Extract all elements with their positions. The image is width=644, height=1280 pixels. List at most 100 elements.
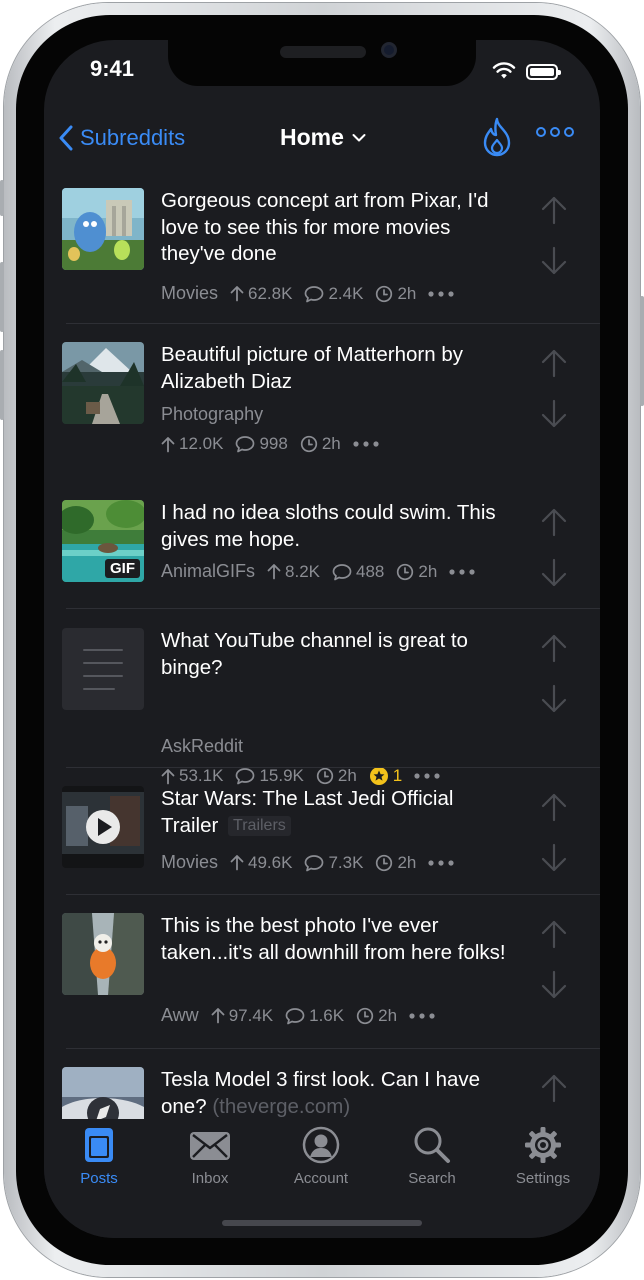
post-row[interactable]: This is the best photo I've ever taken..… xyxy=(44,895,600,1049)
post-meta: 12.0K 998 2h xyxy=(161,434,379,454)
comment-icon xyxy=(305,854,324,871)
search-icon xyxy=(414,1127,450,1163)
comment-count: 488 xyxy=(356,561,385,581)
upvote-count-icon xyxy=(211,1008,225,1024)
downvote-arrow-icon[interactable] xyxy=(540,970,568,1000)
comment-icon xyxy=(305,285,324,302)
subreddit-name[interactable]: Movies xyxy=(161,283,218,304)
post-title[interactable]: Star Wars: The Last Jedi Official Traile… xyxy=(161,786,511,839)
upvote-count-icon xyxy=(161,436,175,452)
tab-settings[interactable]: Settings xyxy=(498,1126,588,1187)
gif-badge: GIF xyxy=(105,559,140,578)
downvote-arrow-icon[interactable] xyxy=(540,843,568,873)
battery-icon xyxy=(526,64,561,80)
comment-count: 7.3K xyxy=(328,852,364,872)
post-meta: Aww 97.4K 1.6K 2h xyxy=(161,1005,435,1026)
tab-posts[interactable]: Posts xyxy=(54,1126,144,1187)
more-options-icon[interactable] xyxy=(428,290,454,297)
flame-icon[interactable] xyxy=(480,116,514,158)
video-thumbnail[interactable] xyxy=(62,786,144,868)
post-title[interactable]: Tesla Model 3 first look. Can I have one… xyxy=(161,1067,511,1119)
post-thumbnail[interactable] xyxy=(62,188,144,270)
home-indicator[interactable] xyxy=(222,1220,422,1226)
upvote-count-icon xyxy=(267,564,281,580)
upvote-arrow-icon[interactable] xyxy=(540,792,568,822)
subreddit-name[interactable]: AnimalGIFs xyxy=(161,561,255,582)
more-options-icon[interactable] xyxy=(409,1012,435,1019)
vote-controls xyxy=(540,195,568,281)
downvote-arrow-icon[interactable] xyxy=(540,558,568,588)
more-options-icon[interactable] xyxy=(536,126,574,138)
clock-icon xyxy=(376,854,393,871)
comment-icon xyxy=(236,436,255,453)
post-title[interactable]: This is the best photo I've ever taken..… xyxy=(161,913,511,966)
downvote-arrow-icon[interactable] xyxy=(540,684,568,714)
front-camera xyxy=(381,42,397,58)
post-title-text: Star Wars: The Last Jedi Official Traile… xyxy=(161,787,454,837)
post-thumbnail[interactable] xyxy=(62,913,144,995)
post-meta: AnimalGIFs 8.2K 488 2h xyxy=(161,561,475,582)
post-meta: Movies 62.8K 2.4K 2h xyxy=(161,283,454,304)
chevron-left-icon xyxy=(59,125,73,151)
post-title[interactable]: What YouTube channel is great to binge? xyxy=(161,628,511,681)
upvote-arrow-icon[interactable] xyxy=(540,919,568,949)
comment-icon xyxy=(285,1007,305,1024)
clock-icon xyxy=(376,285,393,302)
post-title[interactable]: Beautiful picture of Matterhorn by Aliza… xyxy=(161,342,511,395)
post-age: 2h xyxy=(397,283,417,303)
post-row[interactable]: What YouTube channel is great to binge? … xyxy=(44,609,600,785)
text-post-thumbnail[interactable] xyxy=(62,628,144,710)
tab-inbox[interactable]: Inbox xyxy=(165,1126,255,1187)
mute-switch xyxy=(0,180,4,216)
subreddit-name[interactable]: Photography xyxy=(161,404,263,425)
comment-count: 2.4K xyxy=(328,283,364,303)
tab-search[interactable]: Search xyxy=(387,1126,477,1187)
subreddit-name[interactable]: Movies xyxy=(161,852,218,873)
vote-controls xyxy=(540,792,568,878)
post-row[interactable]: Tesla Model 3 first look. Can I have one… xyxy=(44,1049,600,1119)
tab-bar: Posts Inbox Account Search Settings xyxy=(44,1120,600,1238)
power-button xyxy=(640,296,644,406)
upvote-arrow-icon[interactable] xyxy=(540,1073,568,1103)
tab-label: Posts xyxy=(80,1170,118,1187)
post-row[interactable]: Gorgeous concept art from Pixar, I'd lov… xyxy=(44,171,600,324)
downvote-arrow-icon[interactable] xyxy=(540,246,568,276)
link-thumbnail[interactable] xyxy=(62,1067,144,1119)
post-thumbnail[interactable] xyxy=(62,342,144,424)
upvote-arrow-icon[interactable] xyxy=(540,195,568,225)
downvote-arrow-icon[interactable] xyxy=(540,399,568,429)
more-options-icon[interactable] xyxy=(428,859,454,866)
post-row[interactable]: GIF I had no idea sloths could swim. Thi… xyxy=(44,483,600,609)
post-title[interactable]: I had no idea sloths could swim. This gi… xyxy=(161,500,511,553)
subreddit-name[interactable]: AskReddit xyxy=(161,736,243,757)
wifi-icon xyxy=(492,62,516,79)
upvote-arrow-icon[interactable] xyxy=(540,348,568,378)
account-icon xyxy=(302,1126,340,1164)
link-domain: (theverge.com) xyxy=(212,1094,351,1118)
feed-selector[interactable]: Home xyxy=(280,124,366,151)
upvote-arrow-icon[interactable] xyxy=(540,507,568,537)
page-title: Home xyxy=(280,124,344,150)
more-options-icon[interactable] xyxy=(353,441,379,447)
back-button[interactable]: Subreddits xyxy=(58,122,185,154)
inbox-icon xyxy=(190,1132,230,1160)
vote-controls xyxy=(540,919,568,1005)
tab-account[interactable]: Account xyxy=(276,1126,366,1187)
post-row[interactable]: Star Wars: The Last Jedi Official Traile… xyxy=(44,768,600,895)
upvote-count: 8.2K xyxy=(285,561,321,581)
clock-icon xyxy=(397,563,414,580)
post-title[interactable]: Gorgeous concept art from Pixar, I'd lov… xyxy=(161,188,511,268)
upvote-count: 62.8K xyxy=(248,283,293,303)
app-screen: 9:41 Subreddits Home Gorgeous concept ar… xyxy=(44,40,600,1238)
clock-icon xyxy=(300,435,317,453)
upvote-arrow-icon[interactable] xyxy=(540,633,568,663)
post-feed[interactable]: Gorgeous concept art from Pixar, I'd lov… xyxy=(44,171,600,1119)
post-thumbnail[interactable]: GIF xyxy=(62,500,144,582)
post-age: 2h xyxy=(321,434,341,453)
more-options-icon[interactable] xyxy=(449,568,475,575)
post-meta: Movies 49.6K 7.3K 2h xyxy=(161,852,454,873)
tab-label: Settings xyxy=(515,1170,571,1187)
subreddit-name[interactable]: Aww xyxy=(161,1005,199,1026)
post-row[interactable]: Beautiful picture of Matterhorn by Aliza… xyxy=(44,324,600,483)
chevron-down-icon xyxy=(352,133,366,141)
